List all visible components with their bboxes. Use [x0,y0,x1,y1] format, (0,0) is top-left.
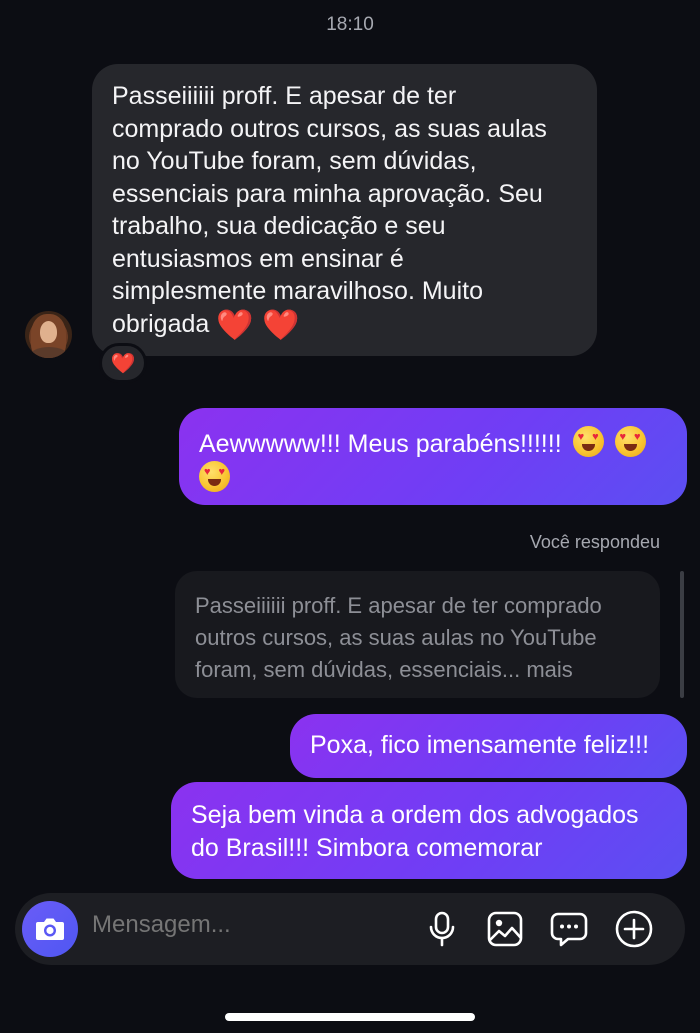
message-timestamp: 18:10 [326,14,374,35]
microphone-button[interactable] [422,909,462,949]
message-line: no YouTube foram, sem dúvidas, [112,147,477,175]
heart-emoji-icon: ❤️ ❤️ [216,308,300,342]
message-line: Passeiiiiii proff. E apesar de ter [112,82,457,110]
message-input[interactable] [92,911,392,939]
message-text: Aewwwww!!! Meus parabéns!!!!!! [199,430,562,458]
message-line: trabalho, sua dedicação e seu [112,212,446,240]
message-line: do Brasil!!! Simbora comemorar [191,833,543,862]
outgoing-message-bubble[interactable]: Poxa, fico imensamente feliz!!! [290,714,687,778]
microphone-icon [429,911,455,947]
add-circle-icon [615,910,653,948]
avatar-face [40,321,57,343]
message-line: Seja bem vinda a ordem dos advogados [191,801,639,829]
heart-reaction-icon: ❤️ [110,352,136,375]
message-line: simplesmente maravilhoso. Muito [112,277,483,305]
sticker-button[interactable] [549,909,589,949]
gallery-icon [487,911,523,947]
quote-line: outros cursos, as suas aulas no YouTube [195,625,597,650]
add-button[interactable] [614,909,654,949]
heart-eyes-emoji-icon [614,426,646,457]
chat-bubble-icon [550,912,588,947]
heart-reaction-badge[interactable]: ❤️ [99,343,147,383]
message-text: Poxa, fico imensamente feliz!!! [310,731,650,759]
camera-icon [36,918,64,940]
gallery-button[interactable] [485,909,525,949]
sender-avatar[interactable] [25,311,72,358]
message-line-text: obrigada [112,309,210,338]
message-composer [15,893,685,965]
incoming-message-bubble[interactable]: Passeiiiiii proff. E apesar de ter compr… [92,64,597,356]
reply-quote-preview[interactable]: Passeiiiiii proff. E apesar de ter compr… [175,571,660,698]
quote-line: foram, sem dúvidas, essenciais... mais [195,657,573,682]
reply-quote-bar [680,571,684,698]
message-line: obrigada ❤️ ❤️ [112,308,577,341]
outgoing-message-bubble[interactable]: Aewwwww!!! Meus parabéns!!!!!! [179,408,687,505]
message-line: entusiasmos em ensinar é [112,244,404,273]
quote-line: Passeiiiiii proff. E apesar de ter compr… [195,593,602,618]
message-line: comprado outros cursos, as suas aulas [112,114,547,143]
heart-eyes-emoji-icon [199,460,230,492]
reply-label: Você respondeu [529,532,660,552]
heart-eyes-emoji-icon [572,426,604,457]
outgoing-message-bubble[interactable]: Seja bem vinda a ordem dos advogados do … [171,782,687,879]
home-indicator[interactable] [225,1013,475,1021]
message-line: essenciais para minha aprovação. Seu [112,179,543,208]
camera-button[interactable] [22,901,78,957]
